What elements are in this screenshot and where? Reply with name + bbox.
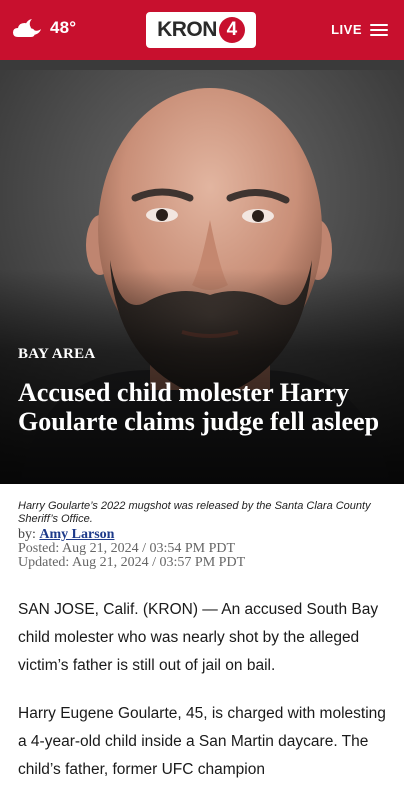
article-meta: by: Amy Larson Posted: Aug 21, 2024 / 03… <box>18 528 245 570</box>
site-header: 48° KRON 4 LIVE <box>0 0 404 60</box>
posted-timestamp: Posted: Aug 21, 2024 / 03:54 PM PDT <box>18 541 236 556</box>
logo-text: KRON <box>157 18 217 41</box>
weather-widget[interactable]: 48° <box>12 17 76 39</box>
hero-image: BAY AREA Accused child molester Harry Go… <box>0 70 404 484</box>
updated-timestamp: Updated: Aug 21, 2024 / 03:57 PM PDT <box>18 555 246 570</box>
live-button[interactable]: LIVE <box>331 22 362 37</box>
cloudy-night-icon <box>12 17 44 39</box>
category-label[interactable]: BAY AREA <box>18 346 96 363</box>
article-headline: Accused child molester Harry Goularte cl… <box>18 378 380 436</box>
author-link[interactable]: Amy Larson <box>39 527 114 542</box>
byline-prefix: by: <box>18 527 36 542</box>
article-paragraph: Harry Eugene Goularte, 45, is charged wi… <box>18 705 386 778</box>
kron4-logo[interactable]: KRON 4 <box>146 12 256 48</box>
temperature: 48° <box>50 18 77 37</box>
photo-caption: Harry Goularte’s 2022 mugshot was releas… <box>18 500 371 525</box>
header-divider <box>0 60 404 70</box>
live-menu-area: LIVE <box>331 22 388 37</box>
byline: by: Amy Larson <box>18 528 245 542</box>
logo-number: 4 <box>218 17 245 43</box>
article-paragraph: SAN JOSE, Calif. (KRON) — An accused Sou… <box>18 601 379 674</box>
hamburger-menu-icon[interactable] <box>370 23 388 36</box>
